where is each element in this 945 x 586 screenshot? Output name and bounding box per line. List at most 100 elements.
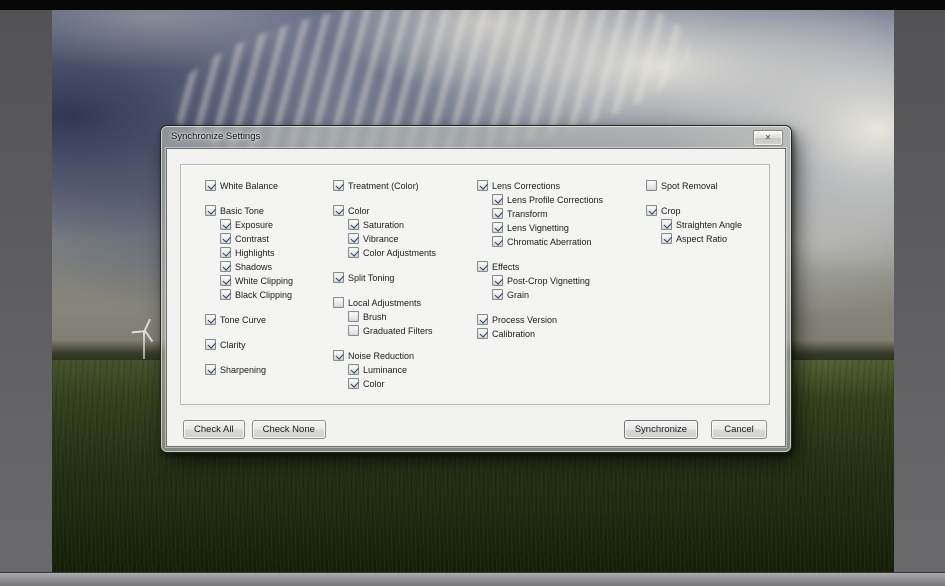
- checkbox-label: Grain: [507, 290, 529, 300]
- checkbox-row[interactable]: Transform: [492, 207, 603, 220]
- checkbox-checked[interactable]: [205, 339, 216, 350]
- synchronize-button[interactable]: Synchronize: [624, 420, 698, 439]
- checkbox-checked[interactable]: [492, 236, 503, 247]
- checkbox-row[interactable]: Brush: [348, 310, 436, 323]
- checkbox-unchecked[interactable]: [646, 180, 657, 191]
- checkbox-checked[interactable]: [492, 194, 503, 205]
- checkbox-row[interactable]: Treatment (Color): [333, 179, 436, 192]
- checkbox-checked[interactable]: [205, 180, 216, 191]
- checkbox-label: Straighten Angle: [676, 220, 742, 230]
- check-none-button[interactable]: Check None: [252, 420, 326, 439]
- checkbox-label: Clarity: [220, 340, 246, 350]
- cancel-button[interactable]: Cancel: [711, 420, 767, 439]
- checkbox-row[interactable]: Noise Reduction: [333, 349, 436, 362]
- checkbox-checked[interactable]: [492, 275, 503, 286]
- checkbox-row[interactable]: Contrast: [220, 232, 293, 245]
- checkbox-row[interactable]: Lens Corrections: [477, 179, 603, 192]
- close-icon: ✕: [765, 133, 772, 142]
- checkbox-label: Post-Crop Vignetting: [507, 276, 590, 286]
- checkbox-checked[interactable]: [348, 247, 359, 258]
- checkbox-row[interactable]: Grain: [492, 288, 603, 301]
- checkbox-row[interactable]: Split Toning: [333, 271, 436, 284]
- checkbox-label: Treatment (Color): [348, 181, 419, 191]
- checkbox-label: Lens Profile Corrections: [507, 195, 603, 205]
- checkbox-label: Process Version: [492, 315, 557, 325]
- checkbox-checked[interactable]: [205, 314, 216, 325]
- wind-turbine: [136, 322, 152, 362]
- checkbox-label: Spot Removal: [661, 181, 718, 191]
- checkbox-unchecked[interactable]: [333, 297, 344, 308]
- checkbox-row[interactable]: Local Adjustments: [333, 296, 436, 309]
- checkbox-label: Tone Curve: [220, 315, 266, 325]
- checkbox-label: Highlights: [235, 248, 275, 258]
- checkbox-checked[interactable]: [205, 205, 216, 216]
- checkbox-checked[interactable]: [333, 350, 344, 361]
- checkbox-checked[interactable]: [492, 222, 503, 233]
- checkbox-checked[interactable]: [477, 328, 488, 339]
- checkbox-row[interactable]: Lens Vignetting: [492, 221, 603, 234]
- checkbox-row[interactable]: White Balance: [205, 179, 293, 192]
- checkbox-row[interactable]: Chromatic Aberration: [492, 235, 603, 248]
- checkbox-checked[interactable]: [333, 180, 344, 191]
- checkbox-checked[interactable]: [661, 219, 672, 230]
- checkbox-label: Sharpening: [220, 365, 266, 375]
- checkbox-checked[interactable]: [348, 364, 359, 375]
- checkbox-checked[interactable]: [348, 378, 359, 389]
- checkbox-checked[interactable]: [333, 272, 344, 283]
- checkbox-label: Saturation: [363, 220, 404, 230]
- checkbox-row[interactable]: Sharpening: [205, 363, 293, 376]
- checkbox-row[interactable]: Effects: [477, 260, 603, 273]
- checkbox-label: Split Toning: [348, 273, 394, 283]
- checkbox-row[interactable]: Highlights: [220, 246, 293, 259]
- checkbox-checked[interactable]: [646, 205, 657, 216]
- checkbox-checked[interactable]: [477, 314, 488, 325]
- checkbox-checked[interactable]: [477, 180, 488, 191]
- checkbox-row[interactable]: Color Adjustments: [348, 246, 436, 259]
- checkbox-row[interactable]: Aspect Ratio: [661, 232, 742, 245]
- checkbox-row[interactable]: Color: [333, 204, 436, 217]
- settings-column: White Balance Basic Tone Exposure Contrast H…: [205, 178, 293, 376]
- checkbox-row[interactable]: Black Clipping: [220, 288, 293, 301]
- checkbox-label: Contrast: [235, 234, 269, 244]
- checkbox-checked[interactable]: [492, 208, 503, 219]
- checkbox-row[interactable]: Crop: [646, 204, 742, 217]
- checkbox-row[interactable]: Color: [348, 377, 436, 390]
- checkbox-checked[interactable]: [220, 289, 231, 300]
- checkbox-checked[interactable]: [348, 219, 359, 230]
- checkbox-checked[interactable]: [492, 289, 503, 300]
- synchronize-settings-dialog: Synchronize Settings ✕ White BalanceBasi…: [160, 125, 792, 453]
- checkbox-checked[interactable]: [220, 261, 231, 272]
- checkbox-checked[interactable]: [220, 233, 231, 244]
- checkbox-row[interactable]: Basic Tone: [205, 204, 293, 217]
- checkbox-row[interactable]: Exposure: [220, 218, 293, 231]
- checkbox-checked[interactable]: [348, 233, 359, 244]
- checkbox-checked[interactable]: [333, 205, 344, 216]
- checkbox-row[interactable]: Graduated Filters: [348, 324, 436, 337]
- checkbox-checked[interactable]: [220, 219, 231, 230]
- checkbox-checked[interactable]: [477, 261, 488, 272]
- checkbox-unchecked[interactable]: [348, 311, 359, 322]
- checkbox-row[interactable]: Clarity: [205, 338, 293, 351]
- close-button[interactable]: ✕: [753, 130, 783, 146]
- checkbox-row[interactable]: Straighten Angle: [661, 218, 742, 231]
- checkbox-row[interactable]: Vibrance: [348, 232, 436, 245]
- checkbox-row[interactable]: Shadows: [220, 260, 293, 273]
- checkbox-row[interactable]: Calibration: [477, 327, 603, 340]
- checkbox-unchecked[interactable]: [348, 325, 359, 336]
- bottom-toolbar-strip: [0, 572, 945, 586]
- checkbox-row[interactable]: Tone Curve: [205, 313, 293, 326]
- checkbox-row[interactable]: Process Version: [477, 313, 603, 326]
- checkbox-row[interactable]: Post-Crop Vignetting: [492, 274, 603, 287]
- checkbox-row[interactable]: Lens Profile Corrections: [492, 193, 603, 206]
- checkbox-checked[interactable]: [220, 275, 231, 286]
- checkbox-row[interactable]: White Clipping: [220, 274, 293, 287]
- checkbox-label: Shadows: [235, 262, 272, 272]
- checkbox-row[interactable]: Spot Removal: [646, 179, 742, 192]
- checkbox-checked[interactable]: [220, 247, 231, 258]
- checkbox-label: Exposure: [235, 220, 273, 230]
- checkbox-row[interactable]: Saturation: [348, 218, 436, 231]
- checkbox-row[interactable]: Luminance: [348, 363, 436, 376]
- checkbox-checked[interactable]: [205, 364, 216, 375]
- check-all-button[interactable]: Check All: [183, 420, 245, 439]
- checkbox-checked[interactable]: [661, 233, 672, 244]
